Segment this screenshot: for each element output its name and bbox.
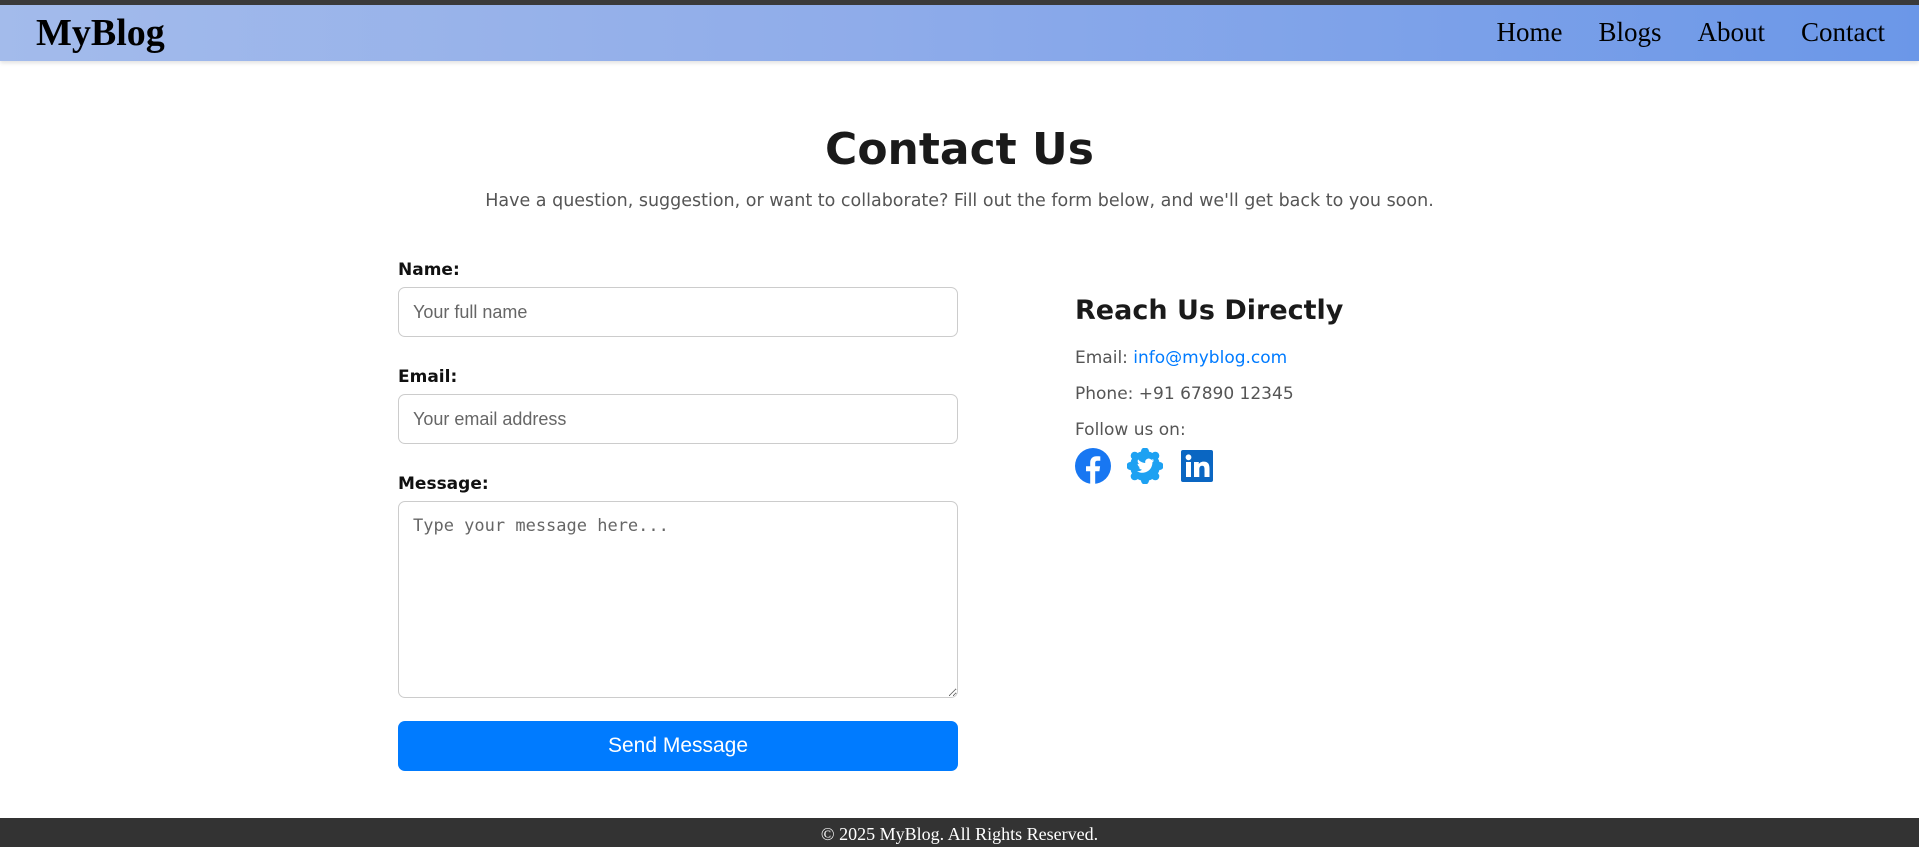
email-prefix: Email: [1075, 348, 1134, 368]
email-line: Email: info@myblog.com [1075, 346, 1575, 370]
nav-contact[interactable]: Contact [1801, 13, 1885, 51]
footer-copyright: © 2025 MyBlog. All Rights Reserved. [820, 824, 1099, 844]
site-header: MyBlog Home Blogs About Contact [0, 0, 1919, 61]
contact-page: MyBlog Home Blogs About Contact Contact … [0, 0, 1919, 847]
nav-about[interactable]: About [1698, 13, 1766, 51]
email-link[interactable]: info@myblog.com [1133, 348, 1287, 368]
social-links [1075, 448, 1575, 484]
email-label: Email: [398, 367, 458, 387]
reach-title: Reach Us Directly [1075, 295, 1344, 326]
message-textarea[interactable] [398, 501, 958, 698]
page-title: Contact Us [825, 124, 1094, 175]
site-footer: © 2025 MyBlog. All Rights Reserved. [0, 818, 1919, 847]
facebook-icon[interactable] [1075, 448, 1111, 484]
page-subtitle: Have a question, suggestion, or want to … [485, 191, 1434, 211]
message-label: Message: [398, 474, 489, 494]
phone-line: Phone: +91 67890 12345 [1075, 384, 1294, 404]
site-logo[interactable]: MyBlog [36, 11, 165, 55]
nav-blogs[interactable]: Blogs [1598, 13, 1661, 51]
twitter-icon[interactable] [1127, 448, 1163, 484]
email-input[interactable] [398, 394, 958, 444]
nav-home[interactable]: Home [1497, 13, 1563, 51]
send-message-button[interactable]: Send Message [398, 721, 958, 771]
reach-us-section: Reach Us Directly Email: info@myblog.com… [1075, 293, 1575, 484]
name-input[interactable] [398, 287, 958, 337]
contact-form: Name: Email: Message: Send Message [398, 258, 958, 771]
name-label: Name: [398, 260, 460, 280]
follow-label: Follow us on: [1075, 420, 1186, 440]
main-nav: Home Blogs About Contact [1497, 13, 1886, 51]
linkedin-icon[interactable] [1179, 448, 1215, 484]
